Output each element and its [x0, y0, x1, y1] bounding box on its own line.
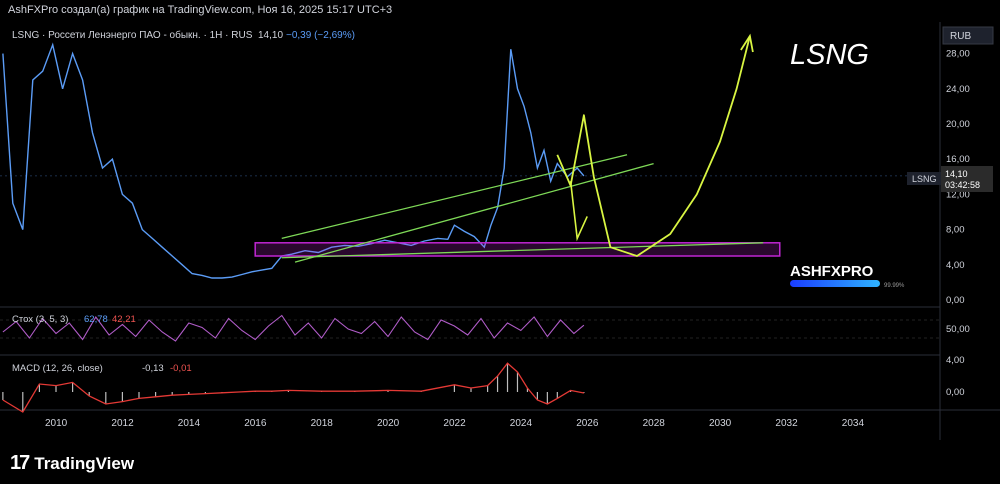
stoch-axis-tick: 50,00	[946, 324, 970, 335]
price-change: −0,39 (−2,69%)	[286, 30, 355, 41]
macd-axis-tick: 0,00	[946, 387, 965, 398]
brand-watermark: ASHFXPRO	[790, 263, 874, 280]
time-axis-tick: 2026	[576, 418, 599, 429]
symbol-info: LSNG · Россети Ленэнерго ПАО - обыкн. · …	[12, 29, 253, 41]
time-axis-tick: 2034	[842, 418, 865, 429]
stoch-value-d: 42,21	[112, 314, 136, 325]
last-price: 14,10	[258, 30, 283, 41]
time-axis-tick: 2020	[377, 418, 400, 429]
stoch-title: Стох (3, 5, 3)	[12, 314, 68, 325]
footer	[0, 440, 1000, 484]
time-axis-tick: 2016	[244, 418, 267, 429]
price-axis-tick: 0,00	[946, 295, 965, 306]
tradingview-mark-icon: 17	[10, 452, 30, 474]
macd-axis-tick: 4,00	[946, 355, 965, 366]
time-axis-tick: 2014	[178, 418, 201, 429]
macd-value: -0,13	[142, 363, 164, 374]
currency-label: RUB	[950, 31, 971, 42]
time-axis-tick: 2018	[311, 418, 334, 429]
price-axis-tick: 16,00	[946, 154, 970, 165]
ticker-overlay: LSNG	[790, 39, 869, 71]
tradingview-wordmark: TradingView	[34, 453, 135, 473]
price-chart[interactable]: 28,0024,0020,0016,0012,008,004,000,0050,…	[0, 0, 1000, 440]
drawing-annotations	[254, 33, 781, 263]
chart-grid	[0, 22, 1000, 440]
forecast-drop	[569, 181, 588, 242]
tradingview-logo[interactable]: 17 TradingView	[10, 452, 134, 475]
price-axis-tick: 28,00	[946, 49, 970, 60]
time-axis-tick: 2024	[510, 418, 533, 429]
time-axis-tick: 2012	[111, 418, 134, 429]
time-axis-tick: 2032	[775, 418, 798, 429]
price-tag-symbol: LSNG	[912, 174, 937, 184]
brand-percent: 99.99%	[884, 283, 905, 289]
macd-signal-value: -0,01	[170, 363, 192, 374]
price-axis-tick: 20,00	[946, 119, 970, 130]
stoch-value-k: 62,78	[84, 314, 108, 325]
macd-title: MACD (12, 26, close)	[12, 363, 103, 374]
price-axis-tick: 8,00	[946, 225, 965, 236]
brand-progress-bar	[790, 280, 880, 287]
price-tag-countdown: 03:42:58	[945, 180, 980, 190]
time-axis-tick: 2028	[643, 418, 666, 429]
time-axis-tick: 2030	[709, 418, 732, 429]
time-axis-tick: 2022	[443, 418, 466, 429]
time-axis-tick: 2010	[45, 418, 68, 429]
stochastic-pane	[0, 314, 940, 342]
price-axis-tick: 4,00	[946, 260, 965, 271]
price-tag-value: 14,10	[945, 169, 968, 179]
forecast-path	[556, 35, 751, 257]
price-axis-tick: 24,00	[946, 84, 970, 95]
